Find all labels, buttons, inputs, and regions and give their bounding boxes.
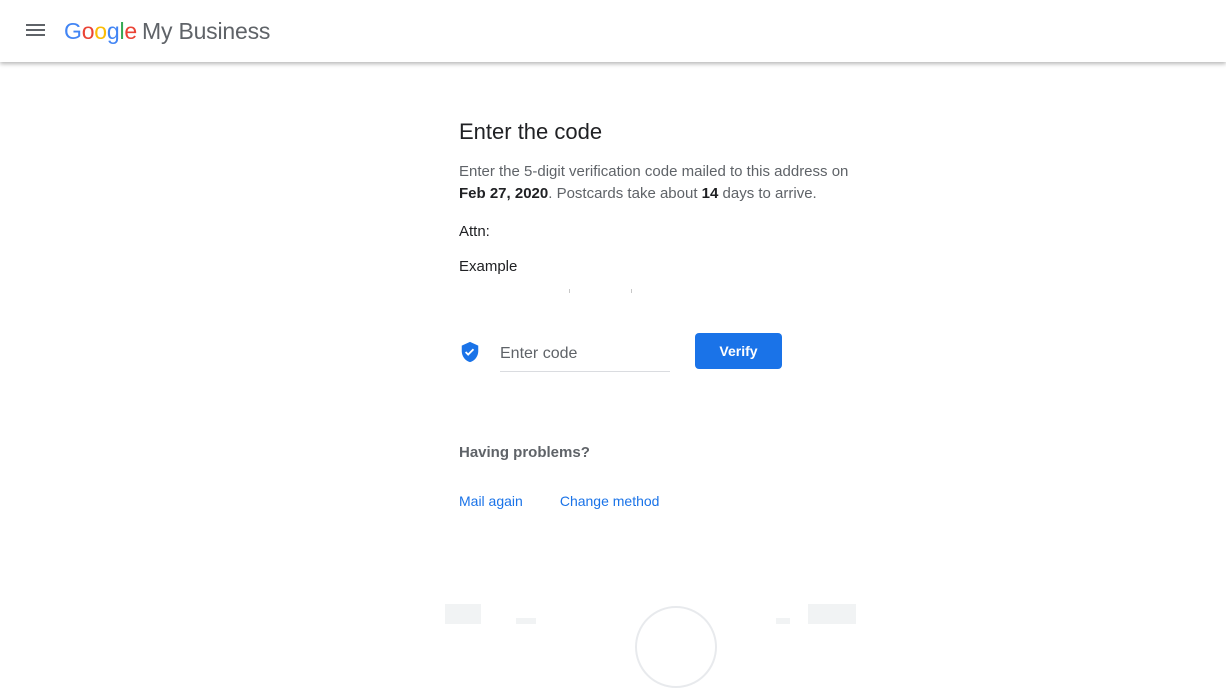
google-my-business-logo[interactable]: Google My Business [64, 16, 270, 46]
attention-line: Attn: [459, 222, 919, 242]
postcard-illustration [440, 598, 860, 688]
desc-middle: . Postcards take about [548, 185, 702, 202]
redacted-address-line [459, 289, 639, 295]
business-name: Example [459, 258, 518, 275]
app-header: Google My Business [0, 0, 1226, 62]
verification-description: Enter the 5-digit verification code mail… [459, 161, 919, 205]
mail-date: Feb 27, 2020 [459, 185, 549, 202]
logo-letter-o2: o [94, 18, 107, 44]
verified-shield-icon [461, 341, 479, 363]
product-name: My Business [142, 18, 271, 44]
logo-letter-g2: g [106, 18, 120, 44]
arrival-days: 14 [701, 185, 719, 202]
logo-letter-e: e [124, 18, 137, 44]
hamburger-menu-icon[interactable] [22, 17, 50, 45]
mail-again-link[interactable]: Mail again [459, 493, 523, 509]
having-problems-heading: Having problems? [459, 444, 590, 461]
logo-letter-g: G [64, 18, 82, 44]
desc-prefix: Enter the 5-digit verification code mail… [459, 163, 849, 180]
desc-suffix: days to arrive. [718, 185, 817, 202]
page-title: Enter the code [459, 119, 603, 144]
verify-button[interactable]: Verify [695, 333, 782, 369]
verification-code-input[interactable] [500, 337, 670, 372]
attn-label: Attn: [459, 223, 490, 240]
help-links: Mail again Change method [459, 493, 659, 509]
logo-letter-o1: o [81, 18, 95, 44]
verify-code-row: Verify [459, 333, 789, 373]
change-method-link[interactable]: Change method [560, 493, 660, 509]
verification-panel: Enter the code Enter the 5-digit verific… [459, 116, 919, 295]
